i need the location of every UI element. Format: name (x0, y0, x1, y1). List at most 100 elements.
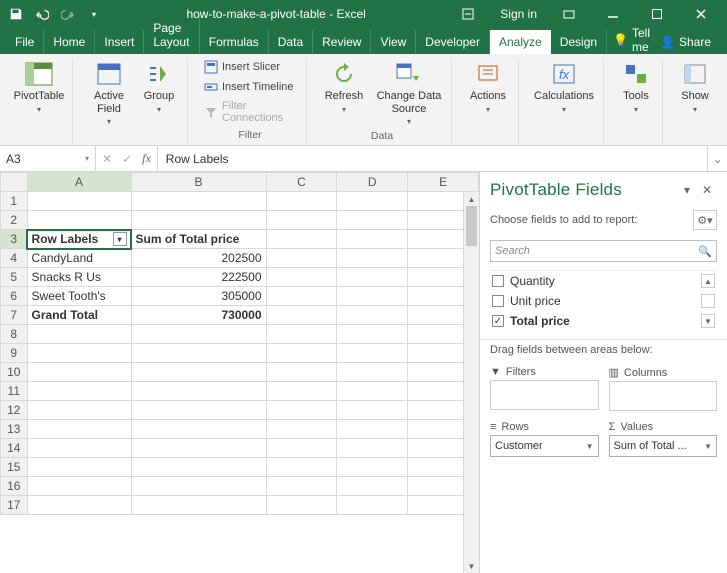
cell[interactable] (337, 249, 408, 268)
tab-analyze[interactable]: Analyze (490, 30, 551, 54)
worksheet-grid[interactable]: ABCDE123Row Labels▾Sum of Total price4Ca… (0, 172, 479, 573)
row-header[interactable]: 3 (1, 230, 28, 249)
cell[interactable] (337, 363, 408, 382)
cell[interactable] (266, 382, 337, 401)
ribbon-options-icon[interactable] (446, 0, 490, 28)
calculations-button[interactable]: fxCalculations▾ (531, 58, 597, 116)
cell[interactable] (27, 496, 131, 515)
tab-design[interactable]: Design (551, 30, 607, 54)
tab-formulas[interactable]: Formulas (200, 30, 269, 54)
row-header[interactable]: 8 (1, 325, 28, 344)
cell[interactable] (337, 211, 408, 230)
cell[interactable] (337, 496, 408, 515)
field-row[interactable]: ✓ Total price ▼ (490, 311, 717, 331)
cell[interactable] (27, 382, 131, 401)
cell[interactable] (266, 325, 337, 344)
scroll-up-icon[interactable]: ▲ (464, 192, 479, 206)
redo-button[interactable] (56, 2, 80, 26)
sign-in-button[interactable]: Sign in (490, 7, 547, 21)
row-header[interactable]: 13 (1, 420, 28, 439)
close-button[interactable] (679, 0, 723, 28)
row-header[interactable]: 2 (1, 211, 28, 230)
cell[interactable] (27, 420, 131, 439)
pane-options-icon[interactable]: ▾ (677, 183, 697, 197)
cell[interactable] (337, 344, 408, 363)
filters-dropzone[interactable] (490, 380, 599, 410)
columns-area[interactable]: ▥Columns (609, 364, 718, 411)
cell[interactable]: 730000 (131, 306, 266, 325)
qat-customize-icon[interactable]: ▾ (82, 2, 106, 26)
cell[interactable] (337, 458, 408, 477)
cell[interactable] (27, 477, 131, 496)
cancel-formula-icon[interactable]: ✕ (102, 152, 112, 166)
cell[interactable] (27, 439, 131, 458)
cell[interactable] (337, 268, 408, 287)
field-row[interactable]: Quantity ▲ (490, 271, 717, 291)
cell[interactable]: Grand Total (27, 306, 131, 325)
cell[interactable]: Sum of Total price (131, 230, 266, 249)
cell[interactable] (266, 420, 337, 439)
cell[interactable] (337, 325, 408, 344)
refresh-button[interactable]: Refresh▾ (319, 58, 369, 116)
cell[interactable] (266, 458, 337, 477)
cell[interactable] (27, 363, 131, 382)
columns-dropzone[interactable] (609, 381, 718, 411)
cell[interactable] (337, 287, 408, 306)
select-all-corner[interactable] (1, 173, 28, 192)
cell[interactable]: Sweet Tooth's (27, 287, 131, 306)
close-pane-icon[interactable]: ✕ (697, 183, 717, 197)
row-header[interactable]: 10 (1, 363, 28, 382)
column-header[interactable]: E (408, 173, 479, 192)
cell[interactable] (131, 439, 266, 458)
row-header[interactable]: 17 (1, 496, 28, 515)
vertical-scrollbar[interactable]: ▲ ▼ (463, 192, 479, 573)
tab-data[interactable]: Data (269, 30, 313, 54)
tab-insert[interactable]: Insert (95, 30, 144, 54)
field-scroll-icon[interactable] (701, 294, 715, 308)
field-scroll-icon[interactable]: ▼ (701, 314, 715, 328)
cell[interactable] (337, 192, 408, 211)
field-search-input[interactable]: Search 🔍 (490, 240, 717, 262)
values-area[interactable]: ΣValues Sum of Total ...▼ (609, 419, 718, 457)
cell[interactable] (266, 344, 337, 363)
field-checkbox[interactable]: ✓ (492, 315, 504, 327)
formula-input[interactable]: Row Labels (158, 146, 707, 171)
tab-review[interactable]: Review (313, 30, 371, 54)
cell[interactable] (337, 420, 408, 439)
column-header[interactable]: A (27, 173, 131, 192)
field-checkbox[interactable] (492, 295, 504, 307)
cell[interactable] (266, 249, 337, 268)
cell[interactable] (337, 230, 408, 249)
cell[interactable]: Row Labels▾ (27, 230, 131, 249)
active-field-button[interactable]: Active Field▾ (85, 58, 133, 128)
cell[interactable] (266, 496, 337, 515)
cell[interactable] (131, 420, 266, 439)
cell[interactable] (266, 363, 337, 382)
row-header[interactable]: 16 (1, 477, 28, 496)
row-header[interactable]: 5 (1, 268, 28, 287)
row-header[interactable]: 9 (1, 344, 28, 363)
cell[interactable] (337, 477, 408, 496)
cell[interactable] (266, 439, 337, 458)
share-button[interactable]: 👤Share (650, 30, 721, 54)
expand-formula-bar-icon[interactable]: ⌄ (707, 146, 727, 171)
insert-function-icon[interactable]: fx (142, 151, 151, 166)
column-header[interactable]: B (131, 173, 266, 192)
cell[interactable]: 222500 (131, 268, 266, 287)
cell[interactable] (266, 477, 337, 496)
enter-formula-icon[interactable]: ✓ (122, 152, 132, 166)
field-layout-button[interactable]: ⚙▾ (693, 210, 717, 230)
cell[interactable]: 202500 (131, 249, 266, 268)
cell[interactable] (27, 192, 131, 211)
cell[interactable] (27, 458, 131, 477)
field-checkbox[interactable] (492, 275, 504, 287)
tools-button[interactable]: Tools▾ (616, 58, 656, 116)
cell[interactable] (27, 325, 131, 344)
cell[interactable]: Snacks R Us (27, 268, 131, 287)
cell[interactable] (266, 230, 337, 249)
row-header[interactable]: 6 (1, 287, 28, 306)
group-button[interactable]: Group▾ (137, 58, 181, 116)
cell[interactable] (337, 382, 408, 401)
cell[interactable]: 305000 (131, 287, 266, 306)
cell[interactable] (266, 306, 337, 325)
